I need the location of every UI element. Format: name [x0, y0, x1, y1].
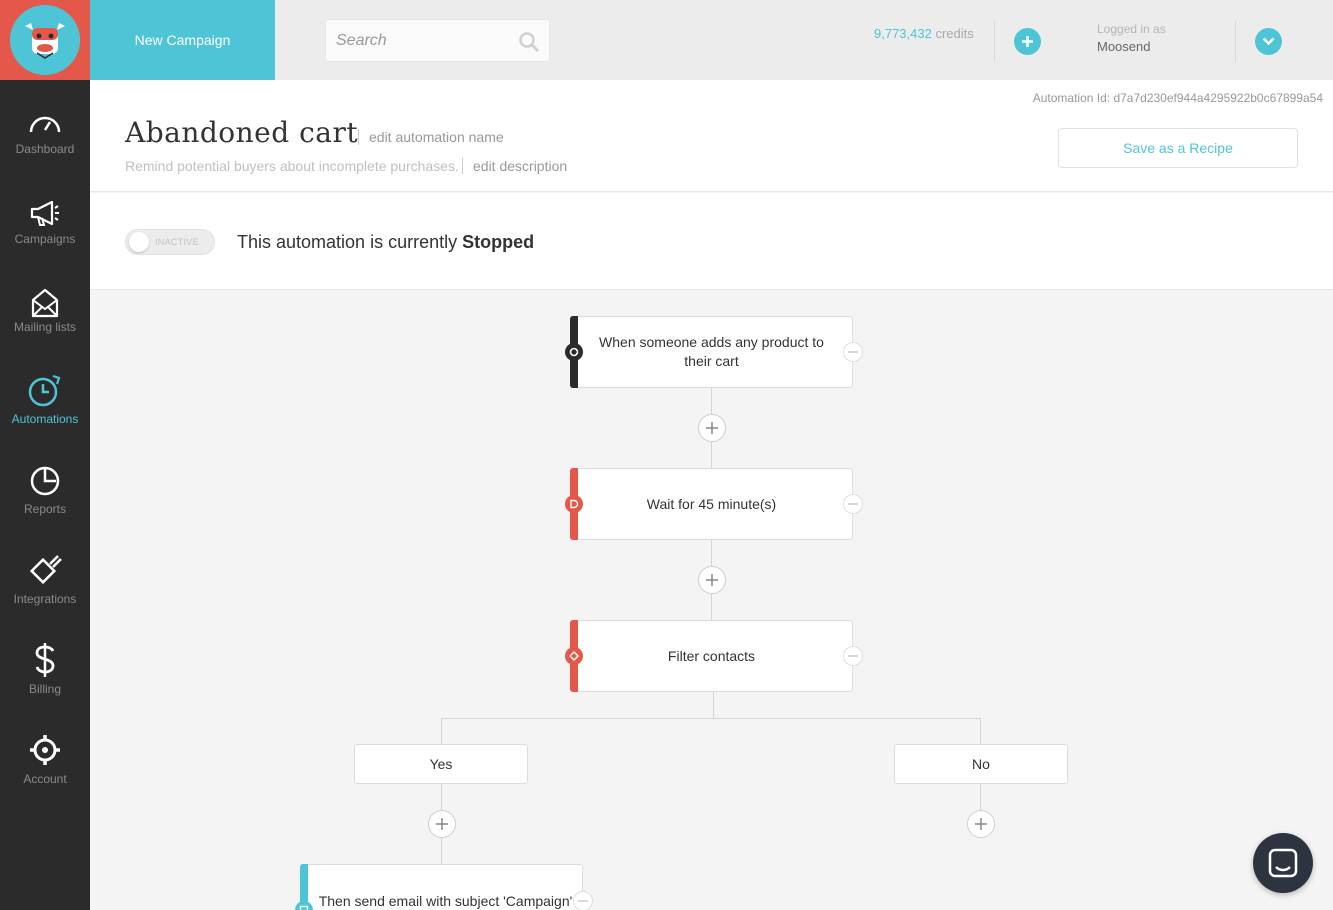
- trigger-node[interactable]: When someone adds any product to their c…: [565, 316, 863, 388]
- search-box: [325, 19, 550, 62]
- delay-icon: [565, 495, 583, 513]
- automation-id: Automation Id: d7a7d230ef944a4295922b0c6…: [1032, 91, 1323, 105]
- action-text: Then send email with subject 'Campaign': [318, 893, 573, 909]
- remove-node-button[interactable]: [843, 342, 863, 362]
- credits-label: credits: [935, 26, 974, 41]
- dashboard-icon: [29, 116, 61, 133]
- megaphone-icon: [30, 200, 59, 226]
- filter-text: Filter contacts: [667, 647, 756, 664]
- minus-icon: [848, 655, 858, 657]
- credits-amount: 9,773,432: [874, 26, 932, 41]
- credits-display[interactable]: 9,773,432 credits: [874, 26, 974, 41]
- add-step-button[interactable]: [698, 566, 726, 594]
- sidebar-item-label: Automations: [11, 412, 79, 426]
- branch-yes[interactable]: Yes: [354, 744, 528, 784]
- status-text: This automation is currently Stopped: [237, 232, 534, 253]
- divider: [1235, 20, 1236, 62]
- add-step-button[interactable]: [698, 414, 726, 442]
- search-input[interactable]: [326, 20, 506, 61]
- sidebar-item-label: Account: [23, 772, 67, 786]
- connector-line: [713, 692, 714, 718]
- active-toggle[interactable]: INACTIVE: [125, 229, 215, 255]
- chevron-down-icon: [1262, 37, 1275, 46]
- minus-icon: [578, 900, 588, 902]
- sidebar-item-mailing-lists[interactable]: Mailing lists: [0, 260, 90, 350]
- automation-header: Automation Id: d7a7d230ef944a4295922b0c6…: [90, 80, 1333, 192]
- search-icon[interactable]: [518, 31, 540, 53]
- save-as-recipe-button[interactable]: Save as a Recipe: [1058, 128, 1298, 168]
- logged-in-label: Logged in as: [1097, 22, 1166, 36]
- page-title: Abandoned cart: [125, 116, 359, 149]
- chat-button[interactable]: [1253, 833, 1313, 893]
- status-prefix: This automation is currently: [237, 232, 458, 252]
- remove-node-button[interactable]: [843, 494, 863, 514]
- edit-description-link[interactable]: edit description: [462, 158, 567, 174]
- send-email-node[interactable]: Then send email with subject 'Campaign': [295, 864, 593, 910]
- wait-text: Wait for 45 minute(s): [646, 495, 777, 512]
- filter-icon: [565, 647, 583, 665]
- divider: [994, 20, 995, 62]
- connector-line: [441, 718, 442, 744]
- sidebar-item-label: Integrations: [13, 592, 77, 606]
- plus-icon: [706, 574, 718, 586]
- sidebar-item-integrations[interactable]: Integrations: [0, 530, 90, 620]
- filter-node[interactable]: Filter contacts: [565, 620, 863, 692]
- sidebar-item-account[interactable]: Account: [0, 710, 90, 800]
- sidebar-item-label: Billing: [28, 682, 61, 696]
- sidebar-item-campaigns[interactable]: Campaigns: [0, 170, 90, 260]
- clock-icon: [28, 374, 61, 407]
- sidebar-item-label: Campaigns: [14, 232, 76, 246]
- toggle-label: INACTIVE: [155, 237, 199, 247]
- moose-logo-icon: [10, 5, 80, 75]
- status-bar: INACTIVE This automation is currently St…: [90, 193, 1333, 290]
- sidebar-item-dashboard[interactable]: Dashboard: [0, 80, 90, 170]
- sidebar-item-label: Reports: [23, 502, 67, 516]
- plus-icon: [1022, 36, 1033, 47]
- envelope-icon: [31, 288, 59, 318]
- dollar-icon: [35, 643, 55, 677]
- status-value: Stopped: [462, 232, 535, 252]
- connector-line: [441, 718, 981, 719]
- branch-no[interactable]: No: [894, 744, 1068, 784]
- add-step-button[interactable]: [428, 810, 456, 838]
- plus-icon: [975, 818, 987, 830]
- sidebar-item-label: Dashboard: [15, 142, 75, 156]
- plug-icon: [29, 555, 62, 585]
- minus-icon: [848, 351, 858, 353]
- chat-icon: [1268, 848, 1298, 878]
- gear-icon: [30, 735, 60, 765]
- sidebar-item-billing[interactable]: Billing: [0, 620, 90, 710]
- plus-icon: [436, 818, 448, 830]
- sidebar-item-automations[interactable]: Automations: [0, 350, 90, 440]
- new-campaign-button[interactable]: New Campaign: [90, 0, 275, 80]
- minus-icon: [848, 503, 858, 505]
- plus-icon: [706, 422, 718, 434]
- wait-node[interactable]: Wait for 45 minute(s): [565, 468, 863, 540]
- toggle-knob: [129, 232, 149, 252]
- user-name: Moosend: [1097, 39, 1151, 54]
- sidebar-item-reports[interactable]: Reports: [0, 440, 90, 530]
- add-step-button[interactable]: [967, 810, 995, 838]
- sidebar: Dashboard Campaigns Mailing lists Automa…: [0, 80, 90, 910]
- remove-node-button[interactable]: [843, 646, 863, 666]
- remove-node-button[interactable]: [573, 891, 593, 910]
- trigger-text: When someone adds any product to their c…: [599, 334, 824, 369]
- trigger-icon: [565, 343, 583, 361]
- connector-line: [980, 718, 981, 744]
- pie-chart-icon: [30, 466, 60, 496]
- automation-description: Remind potential buyers about incomplete…: [125, 158, 459, 174]
- user-menu-button[interactable]: [1255, 28, 1282, 55]
- sidebar-item-label: Mailing lists: [13, 320, 76, 334]
- logo[interactable]: [0, 0, 90, 80]
- add-credits-button[interactable]: [1014, 28, 1041, 55]
- edit-automation-name-link[interactable]: edit automation name: [358, 129, 504, 145]
